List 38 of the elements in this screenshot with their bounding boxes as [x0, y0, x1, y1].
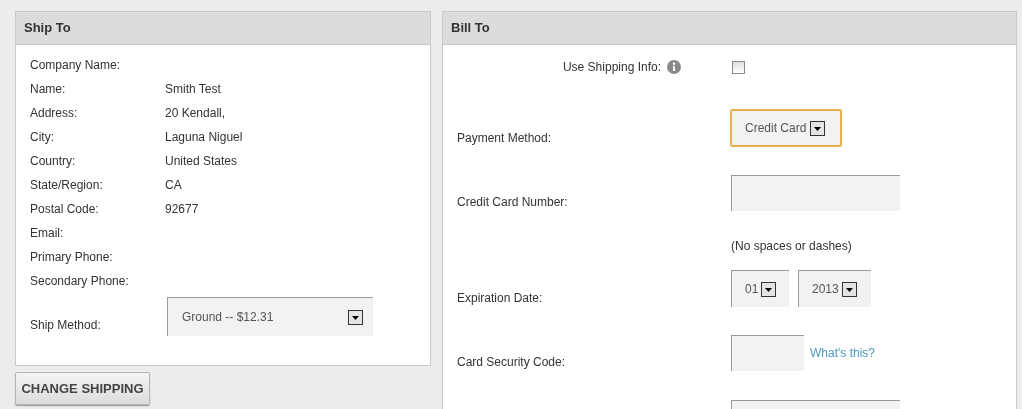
month-dropdown[interactable]: 01 [731, 270, 789, 307]
caret-icon [348, 309, 363, 325]
hint-text: (No spaces or dashes) [731, 239, 852, 253]
field-label: Payment Method: [457, 131, 552, 145]
field-label: Credit Card Number: [457, 195, 568, 209]
caret-icon [841, 281, 857, 297]
payment-method-dropdown[interactable]: Credit Card [730, 109, 842, 147]
field-value: CA [165, 178, 182, 192]
field-value: 20 Kendall, [165, 106, 226, 120]
year-dropdown[interactable]: 2013 [798, 270, 871, 307]
checkbox[interactable] [732, 60, 745, 74]
field-value: Smith Test [165, 82, 221, 96]
field-label: Postal Code: [30, 202, 100, 216]
field-label: Expiration Date: [457, 291, 543, 305]
field-label: Company Name: [30, 58, 122, 72]
change-shipping-button[interactable]: CHANGE SHIPPING [15, 372, 150, 405]
field-label: Secondary Phone: [30, 274, 130, 288]
field-label: Primary Phone: [30, 250, 114, 264]
field-label: State/Region: [30, 178, 104, 192]
info-icon[interactable] [667, 60, 681, 74]
card-number-field[interactable] [731, 175, 900, 211]
field-label: Name: [30, 82, 67, 96]
security-code-field[interactable] [731, 335, 804, 371]
ship-method-dropdown[interactable]: Ground -- $12.31 [167, 297, 373, 336]
field-label: Country: [30, 154, 77, 168]
caret-icon [810, 120, 826, 136]
field-value: Laguna Niguel [165, 130, 243, 144]
field-label: Address: [30, 106, 79, 120]
panel-title: Ship To [16, 12, 430, 45]
field-label: Card Security Code: [457, 355, 566, 369]
field-label: Email: [30, 226, 65, 240]
caret-icon [761, 281, 777, 297]
field-label: Use Shipping Info: [562, 59, 661, 76]
field-value: 92677 [165, 202, 199, 216]
field-label: Ship Method: [30, 318, 102, 332]
field-label: City: [30, 130, 55, 144]
field-value: United States [165, 154, 238, 168]
panel-title: Bill To [443, 12, 1016, 45]
